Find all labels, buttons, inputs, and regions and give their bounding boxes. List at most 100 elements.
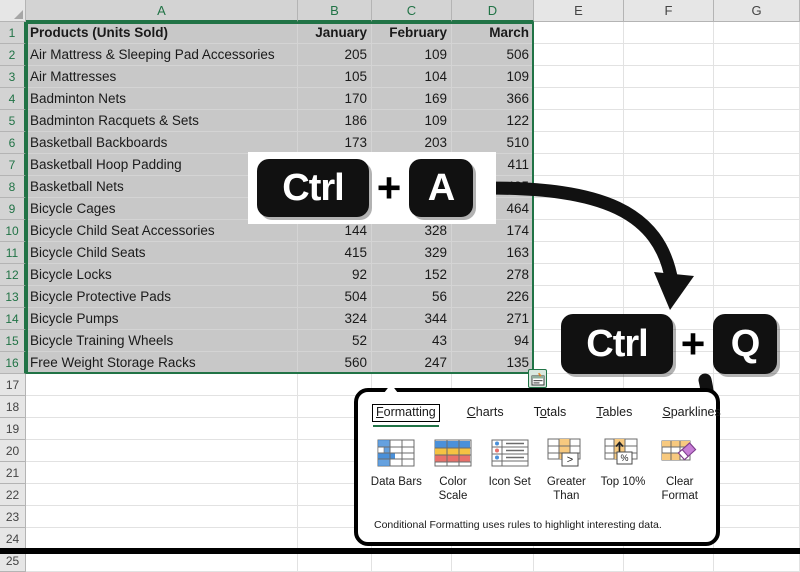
cell-f13[interactable] [624,286,714,308]
qa-item-top-10[interactable]: %Top 10% [595,438,652,503]
cell-a22[interactable] [26,484,298,506]
cell-g12[interactable] [714,264,800,286]
cell-e12[interactable] [534,264,624,286]
column-header-c[interactable]: C [372,0,452,22]
cell-g2[interactable] [714,44,800,66]
cell-g20[interactable] [714,440,800,462]
qa-item-data-bars[interactable]: Data Bars [368,438,425,503]
cell-e2[interactable] [534,44,624,66]
cell-d4[interactable]: 366 [452,88,534,110]
cell-g23[interactable] [714,506,800,528]
row-header-13[interactable]: 13 [0,286,26,308]
cell-b13[interactable]: 504 [298,286,372,308]
cell-a16[interactable]: Free Weight Storage Racks [26,352,298,374]
select-all-corner[interactable] [0,0,26,22]
cell-d13[interactable]: 226 [452,286,534,308]
cell-c13[interactable]: 56 [372,286,452,308]
qa-tab-sparklines[interactable]: Sparklines [659,404,723,422]
cell-f5[interactable] [624,110,714,132]
cell-a5[interactable]: Badminton Racquets & Sets [26,110,298,132]
column-header-e[interactable]: E [534,0,624,22]
cell-a2[interactable]: Air Mattress & Sleeping Pad Accessories [26,44,298,66]
cell-e3[interactable] [534,66,624,88]
cell-b6[interactable]: 173 [298,132,372,154]
row-header-6[interactable]: 6 [0,132,26,154]
cell-a12[interactable]: Bicycle Locks [26,264,298,286]
cell-a4[interactable]: Badminton Nets [26,88,298,110]
cell-b16[interactable]: 560 [298,352,372,374]
row-header-4[interactable]: 4 [0,88,26,110]
row-header-10[interactable]: 10 [0,220,26,242]
cell-c3[interactable]: 104 [372,66,452,88]
cell-f12[interactable] [624,264,714,286]
cell-d5[interactable]: 122 [452,110,534,132]
cell-f3[interactable] [624,66,714,88]
cell-b5[interactable]: 186 [298,110,372,132]
cell-c11[interactable]: 329 [372,242,452,264]
column-header-a[interactable]: A [26,0,298,22]
row-header-11[interactable]: 11 [0,242,26,264]
row-header-20[interactable]: 20 [0,440,26,462]
cell-d11[interactable]: 163 [452,242,534,264]
column-header-b[interactable]: B [298,0,372,22]
cell-e10[interactable] [534,220,624,242]
cell-a15[interactable]: Bicycle Training Wheels [26,330,298,352]
header-cell-c1[interactable]: February [372,22,452,44]
cell-f10[interactable] [624,220,714,242]
row-header-8[interactable]: 8 [0,176,26,198]
cell-b4[interactable]: 170 [298,88,372,110]
cell-f6[interactable] [624,132,714,154]
cell-g7[interactable] [714,154,800,176]
column-header-g[interactable]: G [714,0,800,22]
cell-c15[interactable]: 43 [372,330,452,352]
cell-a13[interactable]: Bicycle Protective Pads [26,286,298,308]
cell-g1[interactable] [714,22,800,44]
cell-a23[interactable] [26,506,298,528]
cell-a19[interactable] [26,418,298,440]
quick-analysis-items[interactable]: Data BarsColor ScaleIcon Set>Greater Tha… [368,438,708,503]
cell-b14[interactable]: 324 [298,308,372,330]
cell-c16[interactable]: 247 [372,352,452,374]
cell-f7[interactable] [624,154,714,176]
cell-b3[interactable]: 105 [298,66,372,88]
header-cell-b1[interactable]: January [298,22,372,44]
cell-d3[interactable]: 109 [452,66,534,88]
cell-f8[interactable] [624,176,714,198]
row-header-22[interactable]: 22 [0,484,26,506]
cell-a14[interactable]: Bicycle Pumps [26,308,298,330]
cell-g22[interactable] [714,484,800,506]
cell-g18[interactable] [714,396,800,418]
header-cell-d1[interactable]: March [452,22,534,44]
column-header-f[interactable]: F [624,0,714,22]
cell-f1[interactable] [624,22,714,44]
cell-a18[interactable] [26,396,298,418]
cell-f11[interactable] [624,242,714,264]
cell-c4[interactable]: 169 [372,88,452,110]
cell-g3[interactable] [714,66,800,88]
cell-b15[interactable]: 52 [298,330,372,352]
cell-g9[interactable] [714,198,800,220]
quick-analysis-panel[interactable]: FormattingChartsTotalsTablesSparklines D… [354,388,720,546]
row-header-18[interactable]: 18 [0,396,26,418]
cell-f9[interactable] [624,198,714,220]
cell-f4[interactable] [624,88,714,110]
qa-tab-tables[interactable]: Tables [593,404,635,422]
cell-d6[interactable]: 510 [452,132,534,154]
cell-e7[interactable] [534,154,624,176]
row-header-19[interactable]: 19 [0,418,26,440]
quick-analysis-tabs[interactable]: FormattingChartsTotalsTablesSparklines [372,404,706,430]
row-header-23[interactable]: 23 [0,506,26,528]
cell-c5[interactable]: 109 [372,110,452,132]
qa-tab-charts[interactable]: Charts [464,404,507,422]
cell-g5[interactable] [714,110,800,132]
cell-a6[interactable]: Basketball Backboards [26,132,298,154]
cell-g21[interactable] [714,462,800,484]
cell-c2[interactable]: 109 [372,44,452,66]
cell-g6[interactable] [714,132,800,154]
row-header-7[interactable]: 7 [0,154,26,176]
cell-d15[interactable]: 94 [452,330,534,352]
qa-item-color-scale[interactable]: Color Scale [425,438,482,503]
row-header-5[interactable]: 5 [0,110,26,132]
cell-d12[interactable]: 278 [452,264,534,286]
cell-g19[interactable] [714,418,800,440]
